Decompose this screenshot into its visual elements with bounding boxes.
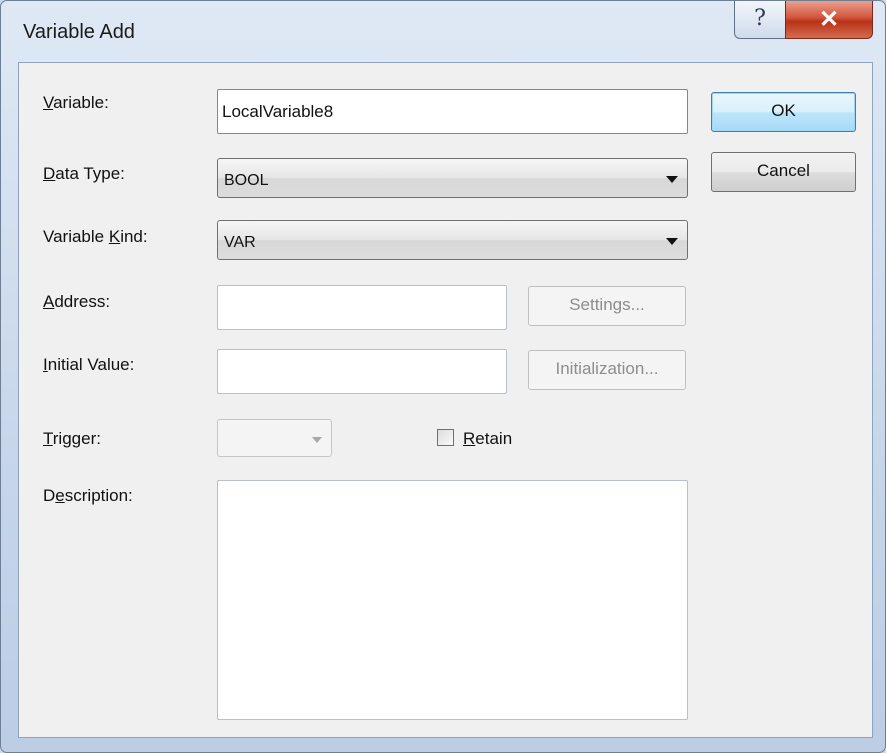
dialog-body: Variable: LocalVariable8 Data Type: BOOL… [18, 62, 873, 738]
trigger-label: Trigger: [43, 429, 101, 448]
settings-button-label: Settings... [569, 295, 645, 314]
chevron-down-icon [312, 437, 322, 443]
dialog-title: Variable Add [23, 21, 135, 43]
variable-value: LocalVariable8 [222, 102, 334, 121]
ok-button[interactable]: OK [711, 92, 856, 132]
address-input[interactable] [217, 285, 507, 330]
close-button[interactable]: ✕ [785, 1, 873, 39]
initialization-button-label: Initialization... [555, 359, 659, 378]
retain-checkbox[interactable] [437, 429, 454, 446]
variable-kind-value: VAR [224, 234, 256, 251]
chevron-down-icon [666, 238, 678, 245]
help-icon: ? [754, 6, 766, 31]
variable-add-dialog: Variable Add ? ✕ Variable: LocalVariable… [0, 0, 886, 753]
trigger-select[interactable] [217, 419, 332, 457]
variable-input[interactable]: LocalVariable8 [217, 89, 688, 134]
variable-kind-select[interactable]: VAR [217, 220, 688, 260]
description-label: Description: [43, 486, 133, 505]
settings-button[interactable]: Settings... [528, 286, 686, 326]
variable-kind-label: Variable Kind: [43, 227, 148, 246]
close-icon: ✕ [818, 6, 840, 33]
chevron-down-icon [666, 176, 678, 183]
cancel-button-label: Cancel [757, 161, 810, 180]
variable-label-rest: ariable: [53, 93, 109, 112]
cancel-button[interactable]: Cancel [711, 152, 856, 192]
help-button[interactable]: ? [734, 1, 786, 39]
ok-button-label: OK [771, 101, 796, 120]
description-textarea[interactable] [217, 480, 688, 720]
address-label: Address: [43, 292, 111, 311]
initialization-button[interactable]: Initialization... [528, 350, 686, 390]
initial-value-label: Initial Value: [43, 355, 135, 374]
title-bar[interactable]: Variable Add ? ✕ [1, 1, 885, 63]
data-type-label: Data Type: [43, 164, 125, 183]
variable-label: Variable: [43, 93, 109, 112]
data-type-value: BOOL [224, 172, 269, 189]
initial-value-input[interactable] [217, 349, 507, 394]
retain-label[interactable]: Retain [463, 429, 512, 449]
data-type-select[interactable]: BOOL [217, 158, 688, 198]
